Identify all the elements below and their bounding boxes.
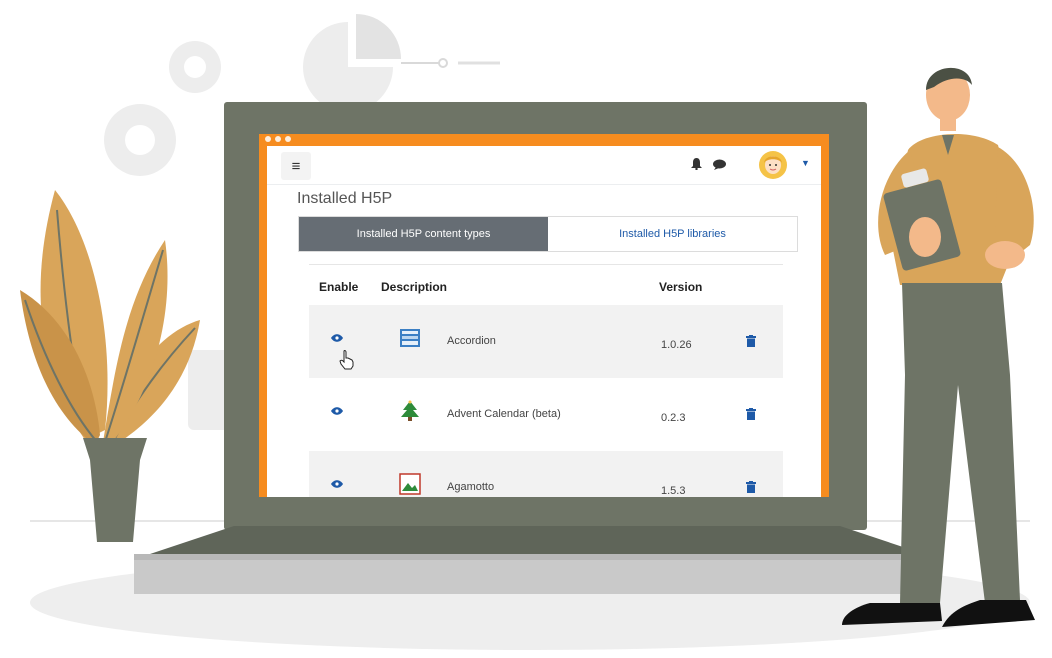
table-row: Accordion 1.0.26	[309, 305, 783, 378]
content-type-name: Advent Calendar (beta)	[447, 408, 561, 420]
eye-icon[interactable]	[331, 479, 343, 491]
trash-icon[interactable]	[746, 408, 756, 423]
hamburger-menu-button[interactable]: ≡	[281, 152, 311, 180]
laptop-base	[134, 526, 940, 594]
h5p-table: Enable Description Version Accordion 1.0…	[309, 264, 783, 497]
content-type-version: 1.0.26	[661, 339, 692, 351]
trash-icon[interactable]	[746, 481, 756, 496]
avatar[interactable]	[759, 150, 787, 180]
app-window: ≡ ▼ Installed H5P Installed H5P content …	[267, 146, 821, 497]
chevron-down-icon[interactable]: ▼	[801, 158, 810, 168]
tab-bar: Installed H5P content types Installed H5…	[298, 216, 798, 252]
content-type-version: 0.2.3	[661, 412, 686, 424]
column-header-enable: Enable	[319, 280, 359, 294]
tree-icon	[401, 400, 419, 421]
app-screen: ≡ ▼ Installed H5P Installed H5P content …	[259, 134, 829, 497]
bell-icon[interactable]	[691, 158, 702, 173]
illustration-scene: ≡ ▼ Installed H5P Installed H5P content …	[0, 0, 1052, 658]
eye-icon[interactable]	[331, 333, 343, 345]
top-navbar: ≡ ▼	[267, 146, 821, 185]
tab-content-types[interactable]: Installed H5P content types	[299, 217, 548, 251]
page-title: Installed H5P	[297, 190, 393, 207]
column-header-description: Description	[381, 280, 448, 294]
hand-pointer-icon	[339, 350, 354, 370]
column-header-version: Version	[659, 280, 703, 294]
table-header: Enable Description Version	[309, 264, 783, 305]
accordion-icon	[400, 329, 420, 347]
content-type-version: 1.5.3	[661, 485, 686, 497]
table-row: Advent Calendar (beta) 0.2.3	[309, 378, 783, 451]
chat-icon[interactable]	[713, 158, 726, 173]
trash-icon[interactable]	[746, 335, 756, 350]
content-type-name: Agamotto	[447, 481, 495, 493]
plant-illustration	[20, 190, 200, 542]
table-row: Agamotto 1.5.3	[309, 451, 783, 497]
person-illustration	[842, 67, 1035, 627]
hamburger-icon: ≡	[291, 157, 301, 175]
image-icon	[399, 473, 421, 495]
eye-icon[interactable]	[331, 406, 343, 418]
window-dots	[265, 136, 291, 142]
content-type-name: Accordion	[447, 335, 496, 347]
tab-libraries[interactable]: Installed H5P libraries	[548, 217, 797, 251]
